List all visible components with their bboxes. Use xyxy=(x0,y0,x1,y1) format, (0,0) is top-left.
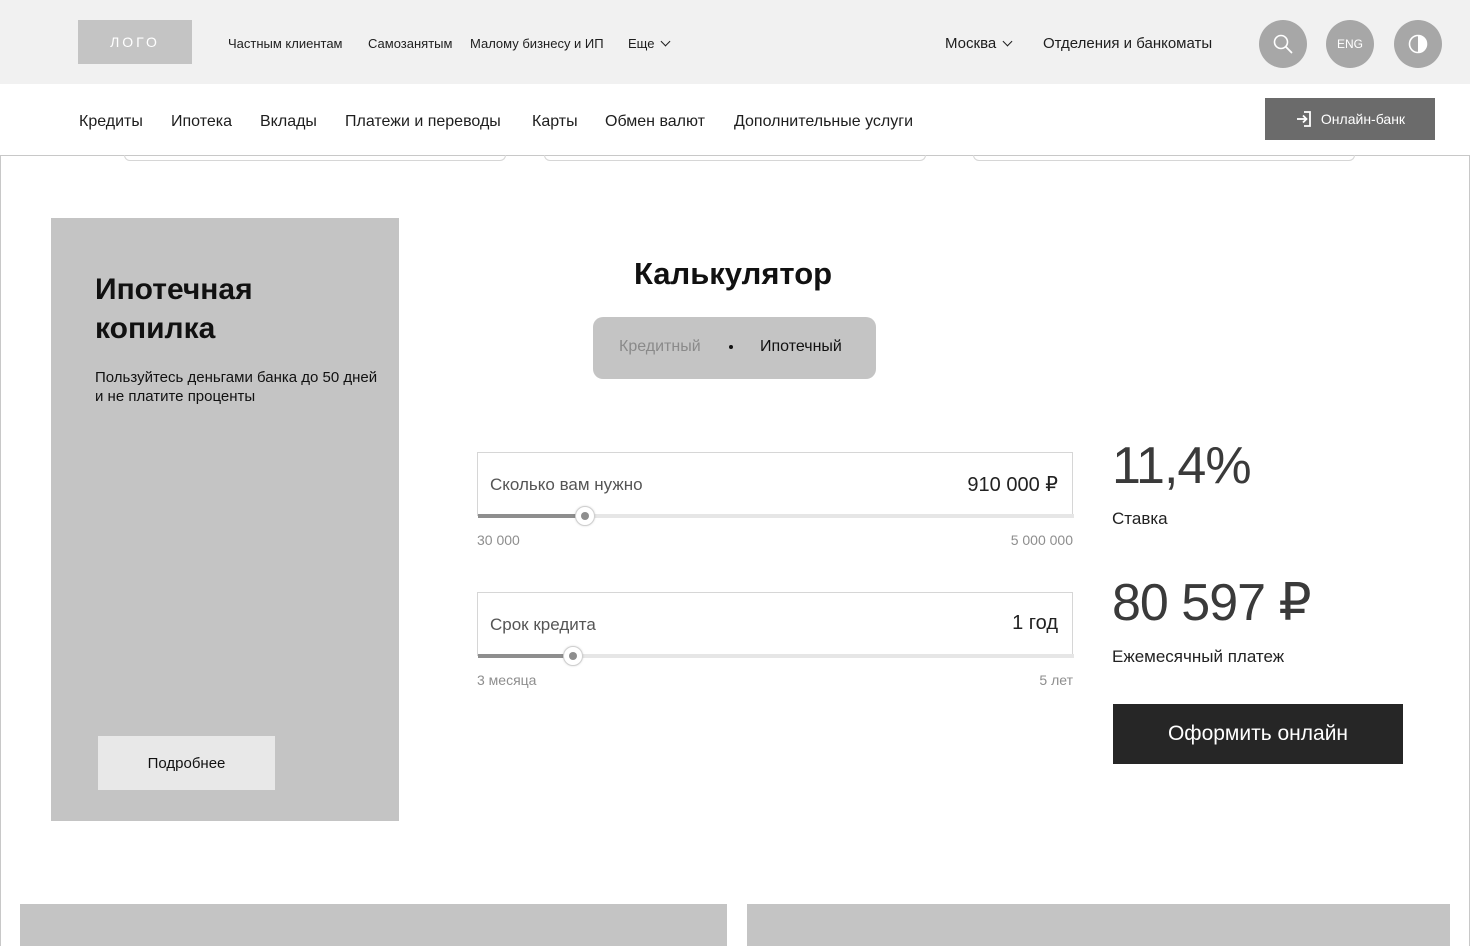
language-button[interactable]: ENG xyxy=(1326,20,1374,68)
segment-more-dropdown[interactable]: Еще xyxy=(628,36,671,51)
main-menu: Кредиты Ипотека Вклады Платежи и перевод… xyxy=(0,84,1470,156)
amount-max-label: 5 000 000 xyxy=(1010,532,1073,548)
amount-min-label: 30 000 xyxy=(477,532,520,548)
city-label: Москва xyxy=(945,35,997,52)
amount-field[interactable]: Сколько вам нужно 910 000 ₽ xyxy=(477,452,1074,526)
bottom-card-left xyxy=(20,904,727,946)
online-bank-button[interactable]: Онлайн-банк xyxy=(1265,98,1435,140)
scrolled-card-edge xyxy=(124,155,506,161)
promo-card: Ипотечная копилка Пользуйтесь деньгами б… xyxy=(51,218,399,821)
login-icon xyxy=(1296,111,1311,127)
switch-separator xyxy=(729,345,733,349)
calculator-type-switch: Кредитный Ипотечный xyxy=(593,317,876,379)
menu-item-additional-services[interactable]: Дополнительные услуги xyxy=(734,113,913,131)
top-bar: ЛОГО Частным клиентам Самозанятым Малому… xyxy=(0,0,1470,84)
term-min-label: 3 месяца xyxy=(477,672,537,688)
calculator-title: Калькулятор xyxy=(634,256,833,291)
monthly-payment-caption: Ежемесячный платеж xyxy=(1112,647,1285,666)
scrolled-card-edge xyxy=(973,155,1355,161)
search-icon xyxy=(1273,34,1293,54)
segment-self-employed[interactable]: Самозанятым xyxy=(368,36,452,51)
city-selector[interactable]: Москва xyxy=(945,35,1013,52)
monthly-payment-value: 80 597 ₽ xyxy=(1112,574,1312,632)
rate-value: 11,4% xyxy=(1112,437,1252,495)
menu-item-credits[interactable]: Кредиты xyxy=(79,113,143,131)
rate-caption: Ставка xyxy=(1112,509,1168,528)
promo-description: Пользуйтесь деньгами банка до 50 дней и … xyxy=(95,369,378,405)
segment-more-label: Еще xyxy=(628,36,655,51)
term-slider-fill xyxy=(478,654,574,658)
logo[interactable]: ЛОГО xyxy=(78,20,192,64)
menu-item-currency-exchange[interactable]: Обмен валют xyxy=(605,113,705,131)
menu-item-payments[interactable]: Платежи и переводы xyxy=(345,113,501,131)
menu-item-deposits[interactable]: Вклады xyxy=(260,113,317,131)
term-value[interactable]: 1 год xyxy=(1012,612,1058,635)
term-max-label: 5 лет xyxy=(1039,672,1073,688)
search-button[interactable] xyxy=(1259,20,1307,68)
segment-private-clients[interactable]: Частным клиентам xyxy=(228,36,343,51)
menu-item-mortgage[interactable]: Ипотека xyxy=(171,113,232,131)
chevron-down-icon xyxy=(1002,36,1013,47)
amount-slider-fill xyxy=(478,514,586,518)
segment-small-business[interactable]: Малому бизнесу и ИП xyxy=(470,36,604,51)
term-field[interactable]: Срок кредита 1 год xyxy=(477,592,1074,666)
language-label: ENG xyxy=(1336,37,1363,51)
contrast-icon xyxy=(1408,34,1428,54)
contrast-button[interactable] xyxy=(1394,20,1442,68)
promo-more-button[interactable]: Подробнее xyxy=(98,736,275,790)
amount-slider-track[interactable] xyxy=(478,506,1074,526)
bottom-card-right xyxy=(747,904,1450,946)
amount-label: Сколько вам нужно xyxy=(490,475,643,494)
amount-value[interactable]: 910 000 ₽ xyxy=(967,472,1058,497)
switch-option-credit[interactable]: Кредитный xyxy=(619,338,701,356)
term-slider-track[interactable] xyxy=(478,646,1074,666)
scrolled-card-edge xyxy=(544,155,926,161)
term-label: Срок кредита xyxy=(490,615,596,634)
branches-atms-link[interactable]: Отделения и банкоматы xyxy=(1043,35,1212,52)
online-bank-label: Онлайн-банк xyxy=(1320,111,1406,127)
apply-online-button[interactable]: Оформить онлайн xyxy=(1113,704,1403,764)
switch-option-mortgage[interactable]: Ипотечный xyxy=(760,338,842,356)
chevron-down-icon xyxy=(661,36,671,47)
menu-item-cards[interactable]: Карты xyxy=(532,113,578,131)
promo-title: Ипотечная копилка xyxy=(95,273,253,345)
